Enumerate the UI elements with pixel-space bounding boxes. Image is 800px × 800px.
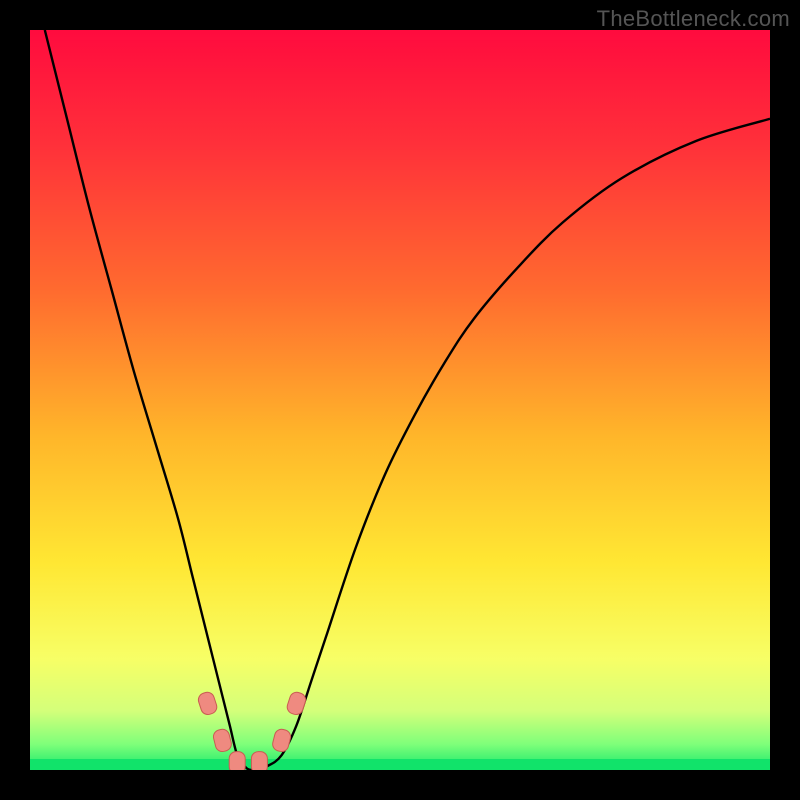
gradient-background (30, 30, 770, 770)
marker-bottom-left (229, 752, 245, 770)
plot-area (30, 30, 770, 770)
marker-bottom-right (251, 752, 267, 770)
watermark-text: TheBottleneck.com (597, 6, 790, 32)
plot-svg (30, 30, 770, 770)
chart-frame: TheBottleneck.com (0, 0, 800, 800)
bottom-green-band (30, 759, 770, 770)
